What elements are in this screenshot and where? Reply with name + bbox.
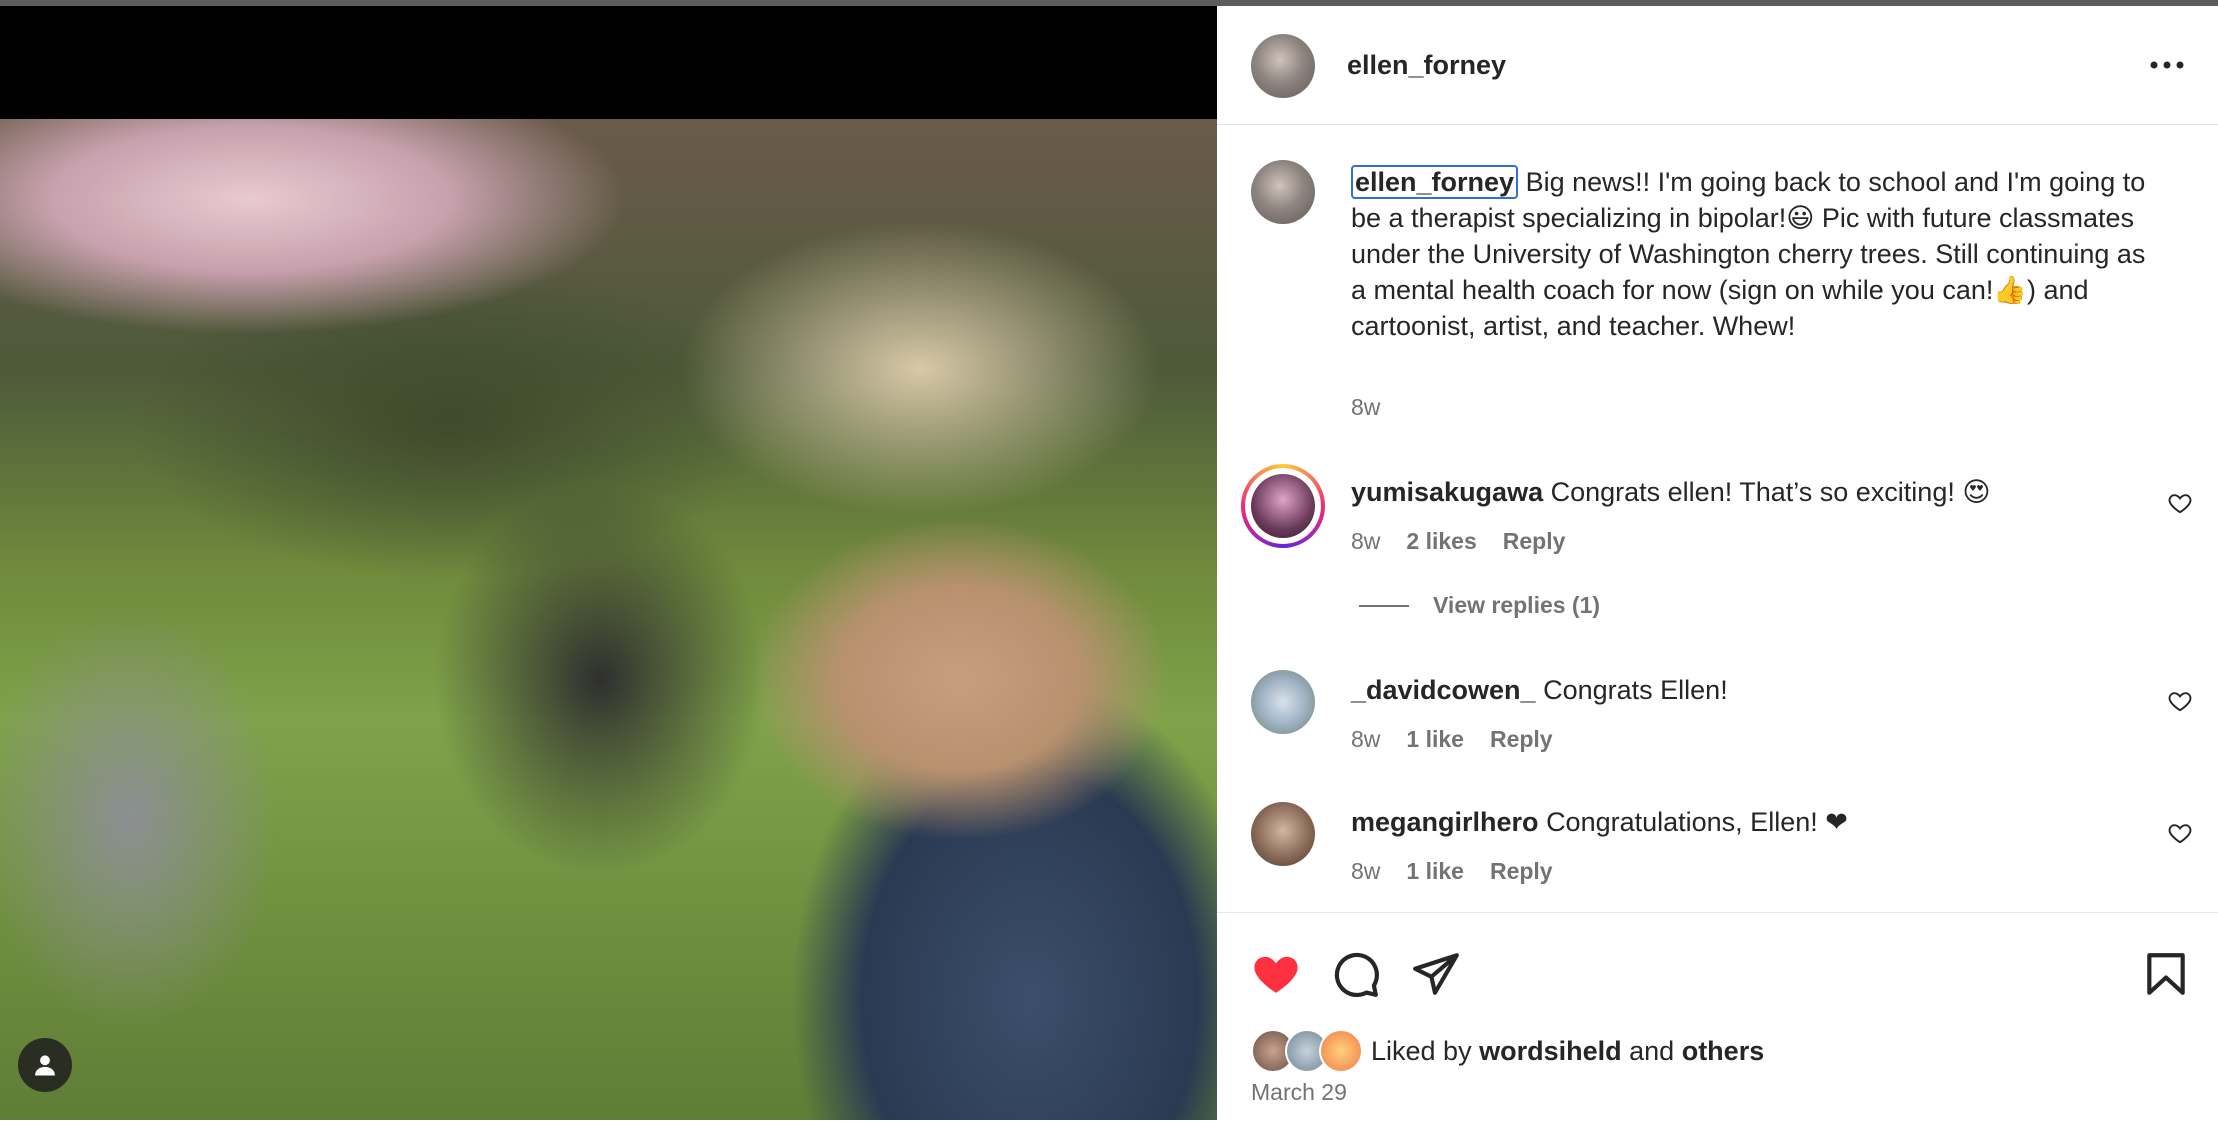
user-tag-icon[interactable]: [18, 1038, 72, 1092]
more-horizontal-icon: [2150, 61, 2184, 69]
post-caption: ellen_forney Big news!! I'm going back t…: [1351, 164, 2151, 344]
avatar[interactable]: [1251, 670, 1315, 734]
caption-avatar[interactable]: [1251, 160, 1315, 224]
heart-outline-icon[interactable]: [2167, 490, 2193, 516]
comment-text: Congratulations, Ellen! ❤: [1546, 807, 1848, 837]
paper-plane-icon[interactable]: [1411, 949, 1461, 999]
liked-by-user[interactable]: wordsiheld: [1479, 1036, 1622, 1066]
avatar[interactable]: [1319, 1029, 1363, 1073]
caption-timestamp[interactable]: 8w: [1351, 394, 1380, 421]
avatar[interactable]: [1251, 802, 1315, 866]
liked-by-summary: Liked by wordsiheld and others: [1251, 1029, 1764, 1073]
comment-likes[interactable]: 1 like: [1406, 726, 1464, 753]
view-replies-button[interactable]: View replies (1): [1359, 592, 1600, 619]
post-author-username[interactable]: ellen_forney: [1347, 50, 1506, 81]
comment-time[interactable]: 8w: [1351, 726, 1380, 753]
liked-by-others[interactable]: others: [1682, 1036, 1765, 1066]
avatar[interactable]: [1251, 34, 1315, 98]
comment-reply-button[interactable]: Reply: [1503, 528, 1566, 555]
comment-likes[interactable]: 1 like: [1406, 858, 1464, 885]
replies-divider-line: [1359, 604, 1409, 607]
comment-body: yumisakugawa Congrats ellen! That’s so e…: [1351, 474, 2111, 510]
comment-meta: 8w 2 likes Reply: [1351, 528, 1565, 555]
liked-by-prefix: Liked by: [1371, 1035, 1472, 1066]
story-ring-avatar[interactable]: [1241, 464, 1325, 548]
heart-outline-icon[interactable]: [2167, 820, 2193, 846]
post-header: ellen_forney: [1217, 6, 2218, 125]
bookmark-icon[interactable]: [2141, 949, 2191, 999]
liked-by-text: Liked by wordsiheld and others: [1371, 1036, 1764, 1067]
comment-time[interactable]: 8w: [1351, 528, 1380, 555]
comment-reply-button[interactable]: Reply: [1490, 726, 1553, 753]
more-options-button[interactable]: [2147, 50, 2187, 80]
comment-body: _davidcowen_ Congrats Ellen!: [1351, 672, 2111, 708]
post-photo[interactable]: [0, 119, 1217, 1120]
comment-text: Congrats Ellen!: [1543, 675, 1728, 705]
comment-reply-button[interactable]: Reply: [1490, 858, 1553, 885]
comment-username[interactable]: megangirlhero: [1351, 807, 1539, 837]
comment-username[interactable]: yumisakugawa: [1351, 477, 1543, 507]
comment-meta: 8w 1 like Reply: [1351, 726, 1553, 753]
comment-meta: 8w 1 like Reply: [1351, 858, 1553, 885]
story-ring-gap: [1245, 468, 1321, 544]
comment-text: Congrats ellen! That’s so exciting! 😍: [1550, 477, 1991, 507]
post-date[interactable]: March 29: [1251, 1079, 1347, 1106]
comment-username[interactable]: _davidcowen_: [1351, 675, 1536, 705]
heart-filled-icon[interactable]: [1251, 949, 1301, 999]
view-replies-label: View replies (1): [1433, 592, 1601, 618]
liked-by-connector: and: [1629, 1035, 1675, 1066]
avatar: [1251, 474, 1315, 538]
comment-likes[interactable]: 2 likes: [1406, 528, 1476, 555]
post-side-panel: ellen_forney ellen_forney Big news!! I'm…: [1217, 6, 2218, 1120]
comment-body: megangirlhero Congratulations, Ellen! ❤: [1351, 804, 2111, 840]
caption-username-link[interactable]: ellen_forney: [1351, 165, 1519, 199]
comment-icon[interactable]: [1331, 949, 1381, 999]
comment-time[interactable]: 8w: [1351, 858, 1380, 885]
heart-outline-icon[interactable]: [2167, 688, 2193, 714]
post-actions: Liked by wordsiheld and others March 29: [1217, 912, 2218, 1121]
post-media: [0, 6, 1217, 1120]
